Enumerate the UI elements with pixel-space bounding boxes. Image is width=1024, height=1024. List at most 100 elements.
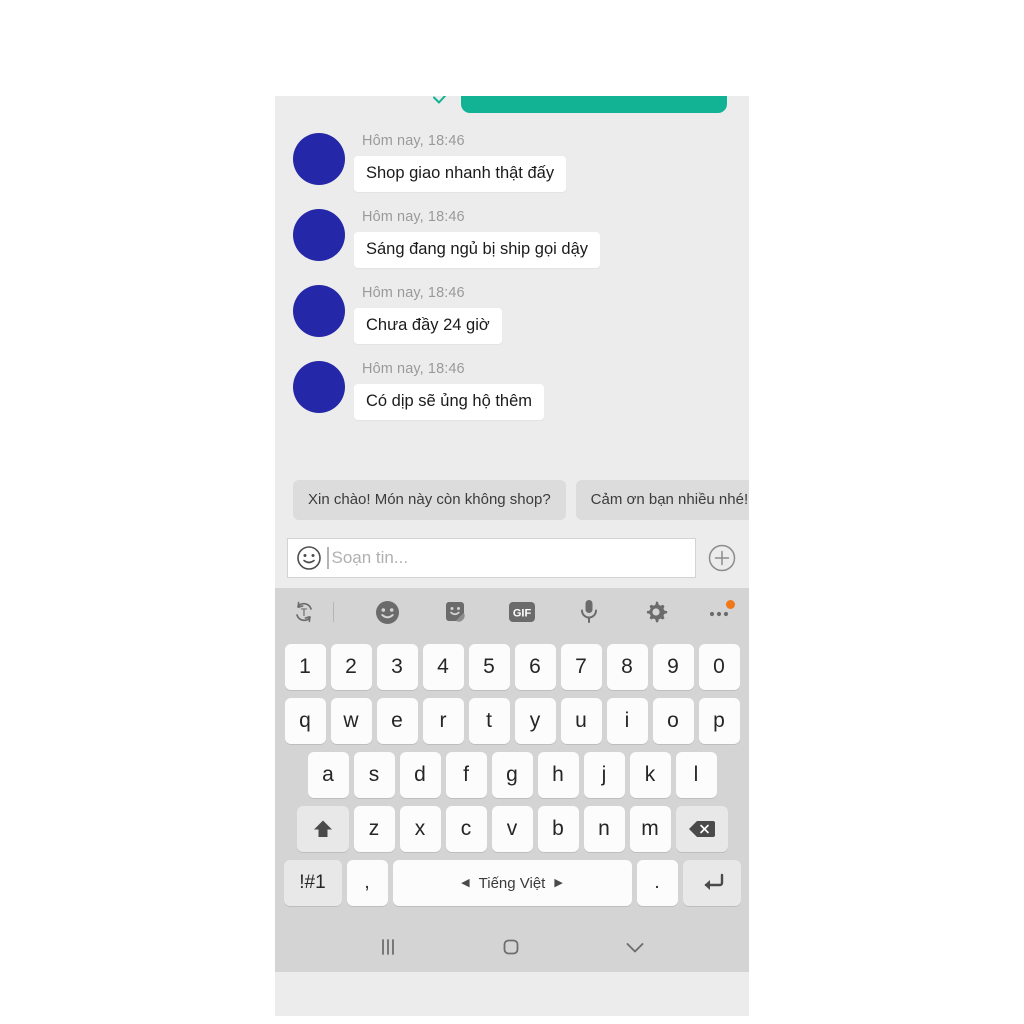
key-n[interactable]: n [583, 806, 625, 852]
message-timestamp: Hôm nay, 18:46 [362, 133, 465, 149]
key-t[interactable]: t [468, 698, 510, 744]
message-bubble[interactable]: Có dịp sẽ ủng hộ thêm [354, 384, 545, 420]
message-bubble[interactable]: Shop giao nhanh thật đấy [354, 156, 567, 192]
key-9[interactable]: 9 [652, 644, 694, 690]
message-bubble[interactable]: Sáng đang ngủ bị ship gọi dậy [354, 232, 601, 268]
key-q[interactable]: q [284, 698, 326, 744]
quick-reply-chip[interactable]: Cảm ơn bạn nhiều nhé! [575, 480, 749, 520]
keyboard-row-numbers: 1 2 3 4 5 6 7 8 9 0 [275, 636, 749, 690]
key-4[interactable]: 4 [422, 644, 464, 690]
message-row: Hôm nay, 18:46 Có dịp sẽ ủng hộ thêm [275, 358, 749, 420]
phone-screen: Đã nhận được hàng, cảm ơn shop Hôm nay, … [275, 96, 749, 1016]
virtual-keyboard: T GIF 1 2 3 4 5 6 7 8 9 0 q w e r t y u … [275, 588, 749, 922]
settings-gear-icon[interactable] [643, 599, 669, 625]
key-r[interactable]: r [422, 698, 464, 744]
key-h[interactable]: h [537, 752, 579, 798]
home-icon[interactable] [499, 935, 523, 959]
shift-key[interactable] [296, 806, 349, 852]
key-l[interactable]: l [675, 752, 717, 798]
keyboard-toolbar: T GIF [275, 588, 749, 636]
enter-key[interactable] [682, 860, 741, 906]
emoji-icon[interactable] [374, 599, 401, 626]
symbols-key[interactable]: !#1 [283, 860, 342, 906]
backspace-icon [688, 821, 715, 837]
chat-message-list[interactable]: Đã nhận được hàng, cảm ơn shop Hôm nay, … [275, 96, 749, 528]
message-bubble[interactable]: Chưa đầy 24 giờ [354, 308, 502, 344]
message-body: Hôm nay, 18:46 Shop giao nhanh thật đấy [354, 130, 567, 192]
message-body: Hôm nay, 18:46 Có dịp sẽ ủng hộ thêm [354, 358, 545, 420]
check-icon [430, 96, 452, 108]
svg-text:T: T [301, 607, 308, 619]
text-scan-icon[interactable]: T [291, 599, 317, 625]
avatar[interactable] [293, 209, 345, 261]
gif-icon[interactable]: GIF [508, 601, 536, 623]
comma-key[interactable]: , [346, 860, 388, 906]
key-f[interactable]: f [445, 752, 487, 798]
key-c[interactable]: c [445, 806, 487, 852]
key-y[interactable]: y [514, 698, 556, 744]
key-u[interactable]: u [560, 698, 602, 744]
key-s[interactable]: s [353, 752, 395, 798]
message-timestamp: Hôm nay, 18:46 [362, 209, 465, 225]
message-composer: Soạn tin... [275, 528, 749, 588]
key-g[interactable]: g [491, 752, 533, 798]
key-6[interactable]: 6 [514, 644, 556, 690]
key-e[interactable]: e [376, 698, 418, 744]
plus-circle-icon[interactable] [707, 543, 737, 573]
backspace-key[interactable] [675, 806, 728, 852]
key-7[interactable]: 7 [560, 644, 602, 690]
key-b[interactable]: b [537, 806, 579, 852]
key-5[interactable]: 5 [468, 644, 510, 690]
text-cursor [327, 547, 329, 569]
svg-text:GIF: GIF [513, 608, 532, 620]
message-timestamp: Hôm nay, 18:46 [362, 285, 465, 301]
sticker-icon[interactable] [442, 599, 468, 625]
space-key-label: Tiếng Việt [478, 874, 546, 892]
shift-icon [313, 820, 332, 837]
prev-language-arrow-icon[interactable]: ◀ [461, 877, 469, 889]
key-v[interactable]: v [491, 806, 533, 852]
enter-icon [704, 873, 723, 890]
key-8[interactable]: 8 [606, 644, 648, 690]
quick-reply-bar: Xin chào! Món này còn không shop? Cảm ơn… [275, 480, 749, 520]
key-d[interactable]: d [399, 752, 441, 798]
key-x[interactable]: x [399, 806, 441, 852]
avatar[interactable] [293, 361, 345, 413]
key-o[interactable]: o [652, 698, 694, 744]
chevron-down-icon[interactable] [622, 936, 648, 958]
next-language-arrow-icon[interactable]: ▶ [554, 877, 562, 889]
more-options-icon[interactable] [709, 600, 735, 618]
message-body: Hôm nay, 18:46 Chưa đầy 24 giờ [354, 282, 502, 344]
keyboard-row-bottom-letters: z x c v b n m [275, 806, 749, 852]
notification-badge [725, 600, 735, 609]
microphone-icon[interactable] [576, 598, 602, 626]
key-2[interactable]: 2 [330, 644, 372, 690]
key-k[interactable]: k [629, 752, 671, 798]
keyboard-row-home: a s d f g h j k l [275, 752, 749, 798]
key-a[interactable]: a [307, 752, 349, 798]
toolbar-divider [333, 602, 334, 622]
key-j[interactable]: j [583, 752, 625, 798]
message-timestamp: Hôm nay, 18:46 [362, 361, 465, 377]
key-3[interactable]: 3 [376, 644, 418, 690]
avatar[interactable] [293, 133, 345, 185]
key-0[interactable]: 0 [698, 644, 740, 690]
key-i[interactable]: i [606, 698, 648, 744]
key-m[interactable]: m [629, 806, 671, 852]
smiley-face-icon[interactable] [296, 545, 322, 571]
space-key[interactable]: ◀ Tiếng Việt ▶ [392, 860, 632, 906]
outgoing-message-row: Đã nhận được hàng, cảm ơn shop [275, 96, 749, 113]
key-z[interactable]: z [353, 806, 395, 852]
message-input[interactable]: Soạn tin... [287, 538, 696, 578]
message-body: Hôm nay, 18:46 Sáng đang ngủ bị ship gọi… [354, 206, 601, 268]
key-1[interactable]: 1 [284, 644, 326, 690]
key-w[interactable]: w [330, 698, 372, 744]
message-row: Hôm nay, 18:46 Shop giao nhanh thật đấy [275, 130, 749, 192]
message-row: Hôm nay, 18:46 Sáng đang ngủ bị ship gọi… [275, 206, 749, 268]
period-key[interactable]: . [636, 860, 678, 906]
keyboard-row-top: q w e r t y u i o p [275, 698, 749, 744]
avatar[interactable] [293, 285, 345, 337]
key-p[interactable]: p [698, 698, 740, 744]
recents-icon[interactable] [376, 936, 400, 958]
quick-reply-chip[interactable]: Xin chào! Món này còn không shop? [293, 480, 566, 520]
